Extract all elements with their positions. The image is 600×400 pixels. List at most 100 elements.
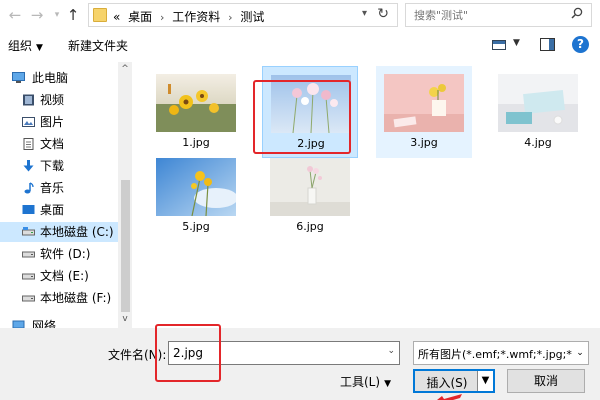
organize-button[interactable]: 组织 ▼ bbox=[8, 37, 43, 54]
file-name: 1.jpg bbox=[182, 136, 210, 149]
caret-down-icon: ▼ bbox=[384, 379, 391, 389]
nav-item-music[interactable]: 音乐 bbox=[0, 178, 118, 198]
network-icon bbox=[12, 320, 25, 328]
music-icon bbox=[24, 182, 34, 194]
search-box[interactable] bbox=[405, 3, 592, 27]
file-dialog: ← → ▾ ↑ « 桌面 › 工作资料 › 测试 ▾ ↻ 搜索"测试" 组织 ▼… bbox=[0, 0, 600, 400]
desktop-icon bbox=[22, 205, 35, 214]
nav-label: 文档 (E:) bbox=[40, 269, 89, 283]
organize-label: 组织 bbox=[8, 39, 33, 53]
new-folder-button[interactable]: 新建文件夹 bbox=[68, 37, 128, 54]
refresh-icon[interactable]: ↻ bbox=[377, 6, 389, 22]
nav-label: 下载 bbox=[40, 159, 65, 173]
chevron-right-icon: › bbox=[228, 11, 233, 24]
drive-icon bbox=[22, 227, 35, 236]
search-input[interactable] bbox=[406, 4, 556, 26]
nav-label: 网络 bbox=[32, 319, 57, 328]
file-tile-1[interactable]: 1.jpg bbox=[148, 66, 244, 158]
nav-item-drive-d[interactable]: 软件 (D:) bbox=[0, 244, 118, 264]
breadcrumb-overflow[interactable]: « bbox=[113, 10, 120, 24]
nav-scrollbar[interactable]: ^ v bbox=[118, 62, 132, 328]
nav-item-drive-c[interactable]: 本地磁盘 (C:) bbox=[0, 222, 118, 242]
drive-icon bbox=[22, 295, 35, 302]
image-thumbnail bbox=[156, 74, 236, 132]
nav-label: 软件 (D:) bbox=[40, 247, 91, 261]
tools-label: 工具(L) bbox=[340, 375, 381, 389]
insert-dropdown-icon[interactable]: ▼ bbox=[477, 371, 493, 391]
navigation-pane: 此电脑 视频 图片 文档 下载 音乐 桌面 本地磁盘 (C:) 软件 (D:) … bbox=[0, 62, 132, 328]
address-bar[interactable]: « 桌面 › 工作资料 › 测试 ▾ ↻ bbox=[88, 3, 398, 27]
video-icon bbox=[23, 94, 34, 106]
file-tile-3[interactable]: 3.jpg bbox=[376, 66, 472, 158]
file-type-filter-value: 所有图片(*.emf;*.wmf;*.jpg;*.jpeg bbox=[418, 348, 589, 361]
address-dropdown-icon[interactable]: ▾ bbox=[362, 8, 367, 19]
breadcrumb-item-work[interactable]: 工作资料 bbox=[172, 10, 220, 24]
nav-label: 文档 bbox=[40, 137, 65, 151]
file-name: 4.jpg bbox=[524, 136, 552, 149]
image-thumbnail bbox=[384, 74, 464, 132]
chevron-right-icon: › bbox=[160, 11, 165, 24]
image-thumbnail bbox=[156, 158, 236, 216]
breadcrumb-item-desktop[interactable]: 桌面 bbox=[128, 10, 152, 24]
nav-item-this-pc[interactable]: 此电脑 bbox=[0, 68, 118, 88]
nav-item-pictures[interactable]: 图片 bbox=[0, 112, 118, 132]
cancel-button[interactable]: 取消 bbox=[507, 369, 585, 393]
insert-label: 插入(S) bbox=[426, 376, 468, 390]
chevron-down-icon[interactable]: v bbox=[118, 312, 132, 326]
nav-label: 本地磁盘 (C:) bbox=[40, 225, 114, 239]
image-thumbnail bbox=[498, 74, 578, 132]
nav-label: 音乐 bbox=[40, 181, 65, 195]
back-arrow-icon[interactable]: ← bbox=[6, 5, 24, 25]
pictures-icon bbox=[22, 117, 35, 127]
tools-button[interactable]: 工具(L) ▼ bbox=[340, 373, 391, 390]
chevron-up-icon[interactable]: ^ bbox=[118, 62, 132, 76]
breadcrumb-item-test[interactable]: 测试 bbox=[240, 10, 264, 24]
file-name: 5.jpg bbox=[182, 220, 210, 233]
file-tile-5[interactable]: 5.jpg bbox=[148, 150, 244, 242]
nav-label: 视频 bbox=[40, 93, 65, 107]
computer-icon bbox=[12, 72, 25, 83]
nav-label: 此电脑 bbox=[32, 71, 69, 85]
nav-label: 本地磁盘 (F:) bbox=[40, 291, 112, 305]
forward-arrow-icon[interactable]: → bbox=[28, 5, 46, 25]
documents-icon bbox=[23, 138, 34, 150]
highlight-box-thumbnail bbox=[253, 80, 351, 154]
dialog-footer: 文件名(N): ⌄ 所有图片(*.emf;*.wmf;*.jpg;*.jpeg … bbox=[0, 324, 600, 400]
file-list: 1.jpg 2.jpg 3.jpg 4.jpg 5.jpg 6.jpg bbox=[136, 62, 600, 328]
file-name: 3.jpg bbox=[410, 136, 438, 149]
highlight-box-filename bbox=[155, 324, 221, 382]
up-arrow-icon[interactable]: ↑ bbox=[64, 5, 82, 25]
scrollbar-thumb[interactable] bbox=[121, 180, 130, 312]
help-icon[interactable]: ? bbox=[572, 36, 589, 53]
file-tile-6[interactable]: 6.jpg bbox=[262, 150, 358, 242]
drive-icon bbox=[22, 251, 35, 258]
drive-icon bbox=[22, 273, 35, 280]
pointer-arrow-icon bbox=[437, 394, 462, 400]
image-thumbnail bbox=[270, 158, 350, 216]
nav-item-drive-e[interactable]: 文档 (E:) bbox=[0, 266, 118, 286]
toolbar: 组织 ▼ 新建文件夹 ▼ ? bbox=[0, 32, 600, 58]
preview-pane-icon[interactable] bbox=[540, 38, 555, 51]
nav-label: 图片 bbox=[40, 115, 65, 129]
view-mode-icon[interactable] bbox=[492, 40, 506, 50]
nav-item-downloads[interactable]: 下载 bbox=[0, 156, 118, 176]
file-tile-4[interactable]: 4.jpg bbox=[490, 66, 586, 158]
nav-item-documents[interactable]: 文档 bbox=[0, 134, 118, 154]
nav-item-video[interactable]: 视频 bbox=[0, 90, 118, 110]
folder-icon bbox=[93, 8, 107, 22]
address-row: ← → ▾ ↑ « 桌面 › 工作资料 › 测试 ▾ ↻ bbox=[0, 0, 600, 30]
view-dropdown-icon[interactable]: ▼ bbox=[513, 38, 520, 48]
nav-item-network[interactable]: 网络 bbox=[0, 316, 118, 328]
nav-item-desktop[interactable]: 桌面 bbox=[0, 200, 118, 220]
chevron-down-icon[interactable]: ⌄ bbox=[572, 342, 588, 364]
download-icon bbox=[23, 160, 34, 172]
nav-item-drive-f[interactable]: 本地磁盘 (F:) bbox=[0, 288, 118, 308]
file-name: 6.jpg bbox=[296, 220, 324, 233]
search-icon[interactable] bbox=[571, 7, 583, 19]
caret-down-icon: ▼ bbox=[36, 43, 43, 53]
breadcrumb: « 桌面 › 工作资料 › 测试 bbox=[113, 8, 268, 25]
chevron-down-icon[interactable]: ⌄ bbox=[387, 346, 395, 356]
insert-button[interactable]: 插入(S) ▼ bbox=[413, 369, 495, 393]
file-type-filter[interactable]: 所有图片(*.emf;*.wmf;*.jpg;*.jpeg ⌄ bbox=[413, 341, 589, 365]
nav-label: 桌面 bbox=[40, 203, 65, 217]
